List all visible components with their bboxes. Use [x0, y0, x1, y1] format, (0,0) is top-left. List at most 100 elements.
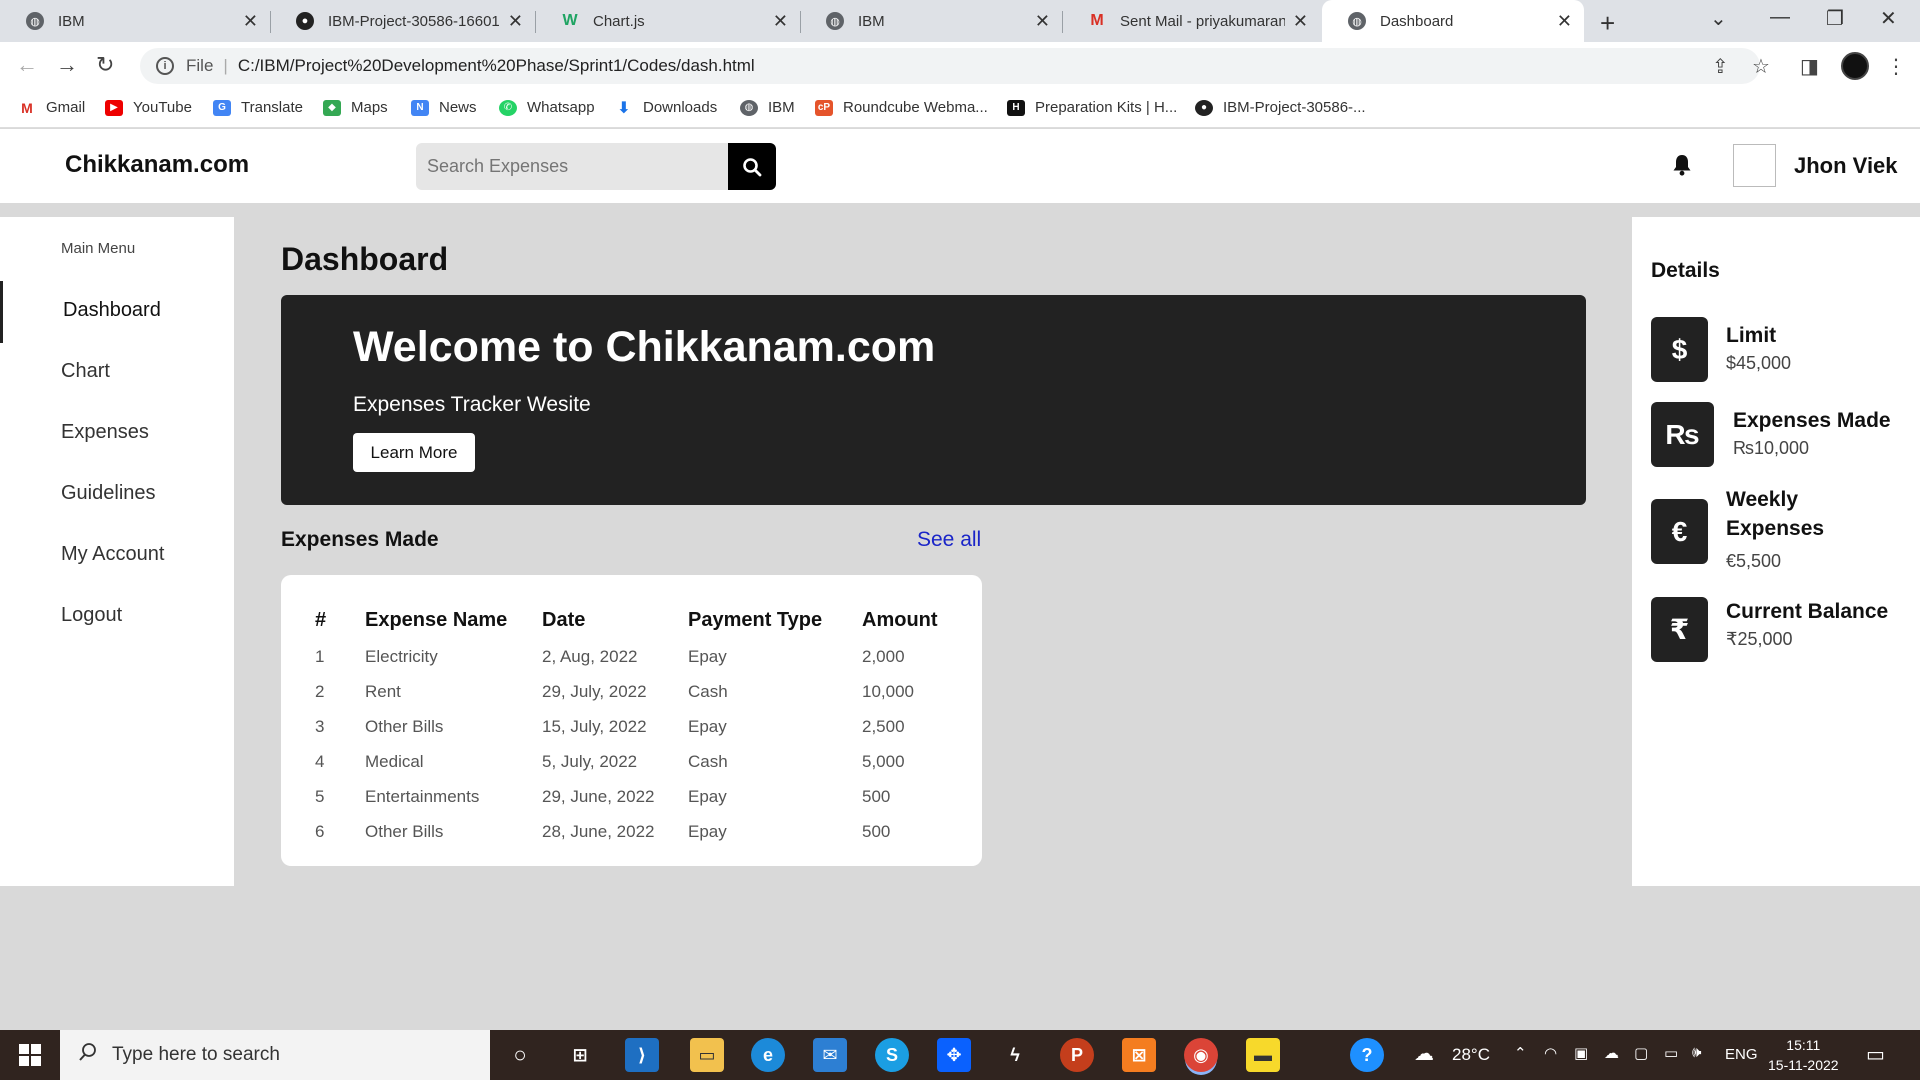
search-button[interactable] [728, 143, 776, 190]
onedrive-icon[interactable]: ☁ [1604, 1044, 1619, 1062]
share-icon[interactable]: ⇪ [1712, 54, 1729, 79]
bookmark-roundcube[interactable]: cP Roundcube Webma... [815, 99, 988, 116]
bookmark-label: YouTube [133, 99, 192, 116]
chrome-icon[interactable]: ◉ [1184, 1038, 1218, 1072]
tab-label: IBM-Project-30586-166014 [328, 12, 500, 30]
taskbar-search[interactable]: Type here to search [60, 1030, 490, 1080]
chevron-up-icon[interactable]: ⌃ [1514, 1044, 1527, 1062]
info-icon[interactable]: i [156, 57, 174, 75]
wifi-icon[interactable]: ◠ [1544, 1044, 1557, 1062]
forward-icon[interactable]: → [56, 52, 78, 78]
battery-icon[interactable]: ▭ [1664, 1044, 1678, 1062]
weather-cloud-icon[interactable]: ☁ [1414, 1041, 1434, 1066]
skype-icon[interactable]: S [875, 1038, 909, 1072]
language-indicator[interactable]: ENG [1725, 1046, 1758, 1063]
close-icon[interactable]: ✕ [1293, 11, 1308, 32]
column-header: Date [542, 608, 586, 631]
table-cell: Epay [688, 646, 727, 666]
url-text[interactable]: C:/IBM/Project%20Development%20Phase/Spr… [238, 56, 755, 76]
restore-icon[interactable]: ❐ [1826, 6, 1844, 31]
window-close-icon[interactable]: ✕ [1880, 6, 1897, 31]
column-header: Amount [862, 608, 938, 631]
see-all-link[interactable]: See all [917, 528, 981, 552]
detail-value: ₹25,000 [1726, 629, 1793, 649]
bookmark-label: Roundcube Webma... [843, 99, 988, 116]
dropbox-icon[interactable]: ✥ [937, 1038, 971, 1072]
mail-icon[interactable]: ✉ [813, 1038, 847, 1072]
close-icon[interactable]: ✕ [1035, 11, 1050, 32]
minimize-icon[interactable]: — [1770, 6, 1790, 29]
profile-avatar[interactable] [1841, 52, 1869, 80]
volume-icon[interactable]: 🕪 [1692, 1044, 1701, 1061]
table-cell: Cash [688, 751, 728, 771]
task-view-icon[interactable]: ⊞ [563, 1038, 597, 1072]
bookmark-ibm[interactable]: ◍ IBM [740, 99, 795, 116]
table-cell: 2 [315, 681, 325, 701]
bookmark-gmail[interactable]: M Gmail [18, 99, 85, 116]
weather-temperature[interactable]: 28°C [1452, 1045, 1490, 1065]
start-button[interactable] [0, 1030, 60, 1080]
side-panel-icon[interactable]: ◨ [1800, 54, 1819, 79]
chevron-down-icon[interactable]: ⌄ [1710, 6, 1727, 31]
file-explorer-icon[interactable]: ▭ [690, 1038, 724, 1072]
sidebar-item-guidelines[interactable]: Guidelines [61, 482, 156, 505]
tab-ibm-2[interactable]: ◍ IBM ✕ [800, 0, 1062, 42]
bookmark-maps[interactable]: ◆ Maps [323, 99, 388, 116]
close-icon[interactable]: ✕ [508, 11, 523, 32]
bookmark-translate[interactable]: G Translate [213, 99, 303, 116]
close-icon[interactable]: ✕ [243, 11, 258, 32]
hackerrank-icon: H [1007, 99, 1025, 116]
search-input[interactable] [416, 143, 728, 190]
bookmark-downloads[interactable]: ⬇ Downloads [615, 99, 718, 117]
tab-label: Dashboard [1380, 12, 1454, 30]
url-box[interactable]: i File | C:/IBM/Project%20Development%20… [140, 48, 1760, 84]
detail-label: Weekly Expenses [1726, 488, 1825, 540]
learn-more-button[interactable]: Learn More [353, 433, 475, 472]
tab-ibm-1[interactable]: ◍ IBM ✕ [0, 0, 270, 42]
vscode-icon[interactable]: ⟩ [625, 1038, 659, 1072]
menu-dots-icon[interactable]: ⋮ [1886, 54, 1906, 79]
sidebar-item-my-account[interactable]: My Account [61, 543, 164, 566]
bookmark-github[interactable]: ● IBM-Project-30586-... [1195, 99, 1366, 116]
close-icon[interactable]: ✕ [773, 11, 788, 32]
new-tab-icon[interactable]: + [1600, 8, 1615, 39]
bookmark-news[interactable]: N News [411, 99, 477, 116]
notification-center-icon[interactable]: ▭ [1866, 1042, 1885, 1067]
sidebar-item-expenses[interactable]: Expenses [61, 421, 149, 444]
star-icon[interactable]: ☆ [1752, 54, 1770, 79]
tab-label: Chart.js [593, 12, 645, 30]
powerpoint-icon[interactable]: P [1060, 1038, 1094, 1072]
bookmark-whatsapp[interactable]: ✆ Whatsapp [499, 99, 595, 116]
sublime-icon[interactable]: ϟ [998, 1038, 1032, 1072]
sidebar: Main Menu Dashboard Chart Expenses Guide… [0, 217, 234, 886]
reload-icon[interactable]: ↻ [96, 52, 114, 78]
user-avatar[interactable] [1733, 144, 1776, 187]
tab-gmail[interactable]: M Sent Mail - priyakumaran18 ✕ [1062, 0, 1320, 42]
table-row: 3 Other Bills 15, July, 2022 Epay 2,500 [315, 709, 952, 744]
notification-bell-icon[interactable] [1672, 154, 1692, 181]
user-name[interactable]: Jhon Viek [1794, 153, 1898, 179]
download-icon: ⬇ [617, 99, 631, 117]
bookmark-hackerrank[interactable]: H Preparation Kits | H... [1007, 99, 1177, 116]
bookmark-youtube[interactable]: ▶ YouTube [105, 99, 192, 116]
network-icon[interactable]: ▣ [1574, 1044, 1588, 1062]
xampp-icon[interactable]: ⊠ [1122, 1038, 1156, 1072]
close-icon[interactable]: ✕ [1557, 11, 1572, 32]
sidebar-item-logout[interactable]: Logout [61, 604, 122, 627]
tab-dashboard[interactable]: ◍ Dashboard ✕ [1322, 0, 1584, 42]
help-icon[interactable]: ? [1350, 1038, 1384, 1072]
sticky-notes-icon[interactable]: ▬ [1246, 1038, 1280, 1072]
active-indicator [0, 281, 3, 343]
clock-date: 15-11-2022 [1768, 1057, 1839, 1073]
sidebar-item-dashboard[interactable]: Dashboard [63, 299, 161, 322]
display-icon[interactable]: ▢ [1634, 1044, 1648, 1062]
cortana-icon[interactable]: ○ [503, 1038, 537, 1072]
taskbar-clock[interactable]: 15:11 15-11-2022 [1768, 1035, 1839, 1075]
bookmark-label: Downloads [643, 99, 718, 116]
tab-chartjs[interactable]: W Chart.js ✕ [535, 0, 800, 42]
back-icon[interactable]: ← [16, 52, 38, 78]
edge-icon[interactable]: e [751, 1038, 785, 1072]
brand-logo-text[interactable]: Chikkanam.com [65, 151, 249, 179]
tab-github[interactable]: ● IBM-Project-30586-166014 ✕ [270, 0, 535, 42]
sidebar-item-chart[interactable]: Chart [61, 360, 110, 383]
